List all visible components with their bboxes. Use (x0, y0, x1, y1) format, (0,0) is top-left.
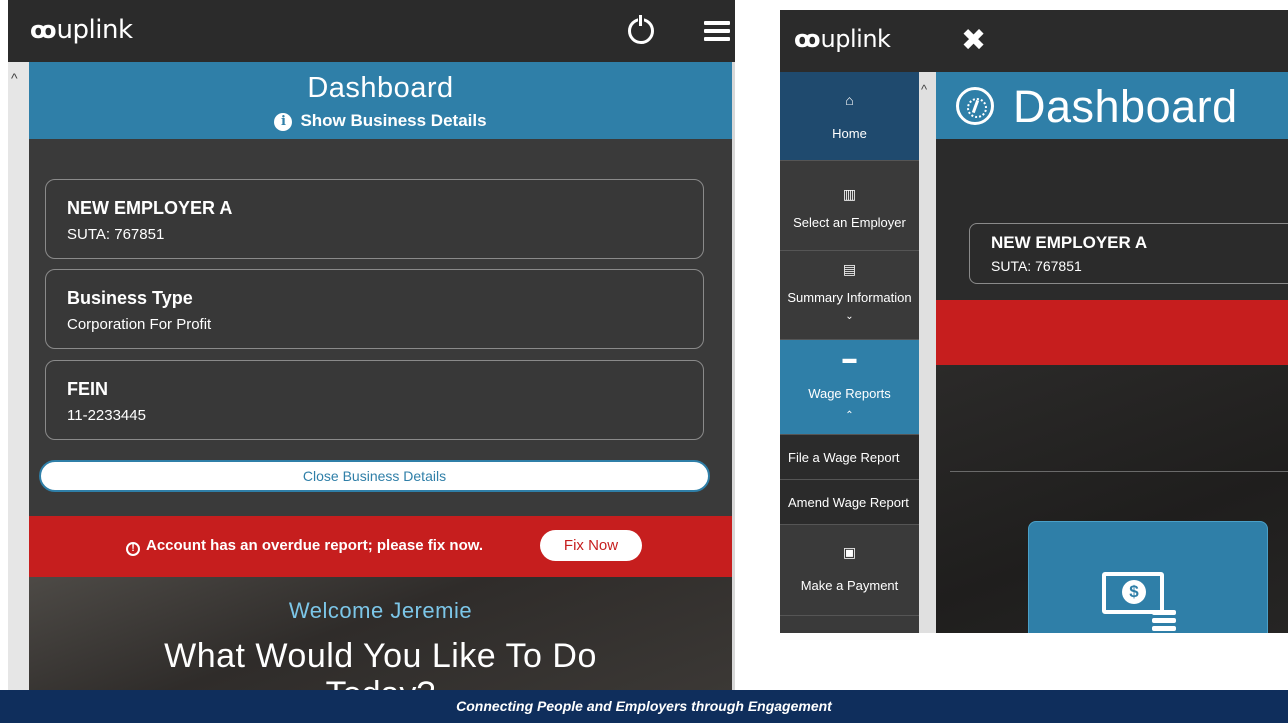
sidebar-item-select-employer[interactable]: ▥ Select an Employer (780, 161, 919, 251)
close-business-details-button[interactable]: Close Business Details (39, 460, 710, 492)
overdue-alert-banner (936, 300, 1288, 365)
scroll-up-icon[interactable]: ^ (11, 70, 18, 86)
top-bar: ꝏ uplink (0, 0, 735, 62)
card-value: 11-2233445 (67, 407, 146, 424)
hero-question: What Would You Like To Do (164, 637, 597, 675)
welcome-hero: Welcome Jeremie What Would You Like To D… (29, 577, 732, 690)
sidebar-item-label: Wage Reports (808, 386, 891, 401)
sidebar-item-make-payment[interactable]: ▣ Make a Payment (780, 526, 919, 616)
card-title: Business Type (67, 288, 193, 308)
hero-question-cont: Today? (29, 675, 732, 690)
sidebar-item-wage-reports[interactable]: ▬ Wage Reports ⌃ (780, 340, 919, 435)
dashboard-header: Dashboard i Show Business Details (29, 62, 732, 139)
sidebar-item-label: Make a Payment (800, 578, 899, 593)
sidebar-item-label: Home (832, 126, 867, 141)
card-value: Corporation For Profit (67, 316, 212, 333)
logo-name: uplink (820, 25, 891, 53)
page-title: Dashboard (307, 72, 454, 104)
home-icon: ⌂ (845, 92, 854, 108)
uplink-logo[interactable]: ꝏ uplink (30, 15, 133, 45)
alert-text: Account has an overdue report; please fi… (146, 537, 484, 554)
coin-stack (1152, 626, 1176, 631)
dashboard-gauge-icon (956, 87, 994, 125)
scrollbar[interactable]: ^ (8, 62, 29, 690)
business-card-employer: NEW EMPLOYER A SUTA: 767851 (45, 179, 704, 259)
logo-mark: ꝏ (30, 16, 56, 44)
scrollbar[interactable]: ^ (919, 72, 936, 633)
logo-name: uplink (56, 15, 133, 45)
money-icon: $ (1102, 572, 1176, 631)
sidebar-item-summary-information[interactable]: ▤ Summary Information ⌄ (780, 251, 919, 340)
sidebar-nav: ⌂ Home ▥ Select an Employer ▤ Summary In… (780, 72, 919, 633)
welcome-text: Welcome Jeremie (288, 598, 473, 623)
divider (950, 471, 1288, 472)
top-bar: ꝏ uplink ✖ (780, 10, 1288, 72)
dashboard-header: Dashboard (936, 72, 1288, 139)
show-business-details-label: Show Business Details (300, 111, 487, 130)
logo-mark: ꝏ (794, 25, 820, 53)
sidebar-subitem-file-wage-report[interactable]: File a Wage Report (780, 435, 919, 480)
chevron-up-icon: ⌃ (845, 410, 854, 421)
right-gutter (732, 62, 735, 690)
left-mobile-screen: ꝏ uplink ^ Dashboard i Show Business Deta… (0, 0, 735, 690)
card-value: SUTA: 767851 (67, 226, 165, 243)
list-icon: ▤ (842, 261, 857, 277)
uplink-logo[interactable]: ꝏ uplink (794, 25, 891, 53)
show-business-details-link[interactable]: i Show Business Details (29, 111, 732, 131)
business-card-employer: NEW EMPLOYER A SUTA: 767851 (969, 223, 1288, 284)
coin-stack (1152, 610, 1176, 615)
building-icon: ▥ (842, 186, 857, 202)
scroll-up-icon[interactable]: ^ (921, 82, 927, 97)
page-title: Dashboard (1013, 81, 1238, 132)
power-icon[interactable] (628, 14, 654, 44)
folder-icon: ▬ (842, 350, 857, 366)
right-mobile-screen: ꝏ uplink ✖ ⌂ Home ▥ Select an Employer ▤… (780, 10, 1288, 633)
sidebar-subitem-amend-wage-report[interactable]: Amend Wage Report (780, 480, 919, 525)
alert-icon: ! (126, 542, 140, 556)
business-card-fein: FEIN 11-2233445 (45, 360, 704, 440)
card-title: NEW EMPLOYER A (991, 233, 1148, 252)
sidebar-item-home[interactable]: ⌂ Home (780, 72, 919, 161)
card-title: FEIN (67, 379, 109, 399)
money-icon: ▣ (842, 544, 857, 560)
footer-tagline: Connecting People and Employers through … (0, 690, 1288, 723)
card-title: NEW EMPLOYER A (67, 198, 233, 218)
sidebar-item-label: Select an Employer (793, 215, 906, 230)
hamburger-menu-icon[interactable] (704, 21, 730, 41)
info-icon: i (274, 113, 293, 131)
chevron-down-icon: ⌄ (845, 311, 854, 322)
close-menu-icon[interactable]: ✖ (961, 23, 986, 58)
make-payment-tile[interactable]: $ (1028, 521, 1268, 633)
sidebar-item-label: Summary Information (787, 290, 912, 305)
alert-message: ! Account has an overdue report; please f… (126, 537, 483, 556)
coin-shape: $ (1122, 580, 1146, 604)
left-frame (0, 0, 8, 690)
overdue-alert-banner: ! Account has an overdue report; please f… (29, 516, 732, 577)
business-card-type: Business Type Corporation For Profit (45, 269, 704, 349)
card-value: SUTA: 767851 (991, 258, 1082, 274)
hero-section: $ (936, 365, 1288, 633)
coin-stack (1152, 618, 1176, 623)
fix-now-button[interactable]: Fix Now (540, 530, 642, 561)
